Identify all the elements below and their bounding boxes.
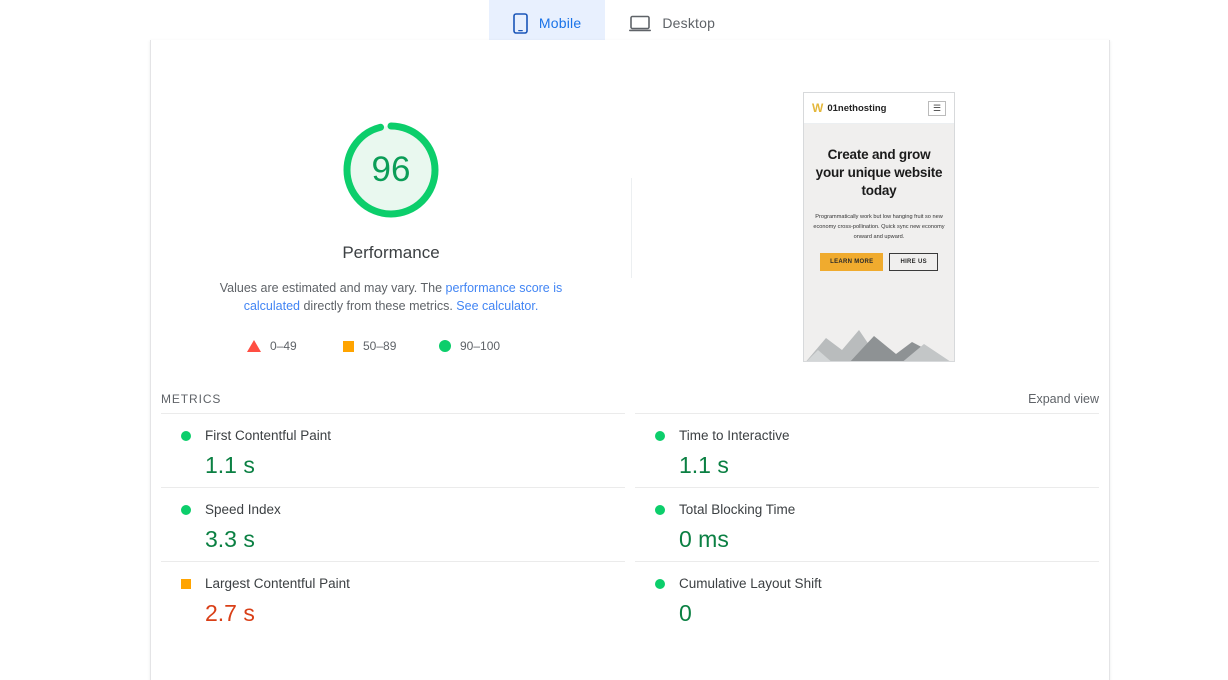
green-circle-icon [655, 430, 665, 441]
site-logo-icon: W [812, 101, 823, 115]
metric-label: Total Blocking Time [679, 502, 796, 517]
metric-first-contentful-paint[interactable]: First Contentful Paint 1.1 s [161, 413, 625, 487]
metric-name-row: Largest Contentful Paint [181, 576, 625, 591]
tab-mobile-label: Mobile [538, 15, 582, 31]
metric-time-to-interactive[interactable]: Time to Interactive 1.1 s [635, 413, 1099, 487]
metric-cumulative-layout-shift[interactable]: Cumulative Layout Shift 0 [635, 561, 1099, 635]
expand-view-button[interactable]: Expand view [1028, 392, 1099, 406]
thumbnail-brand-name: 01nethosting [827, 102, 887, 114]
metric-name-row: Speed Index [181, 502, 625, 517]
metric-label: Largest Contentful Paint [205, 576, 350, 591]
green-circle-icon [439, 340, 451, 352]
mobile-phone-icon [513, 12, 528, 34]
metric-label: Speed Index [205, 502, 281, 517]
metric-label: Time to Interactive [679, 428, 790, 443]
legend-label-good: 90–100 [460, 339, 501, 353]
tab-desktop-label: Desktop [662, 15, 716, 31]
metrics-header: METRICS Expand view [161, 385, 1099, 413]
thumbnail-mountain-image [804, 324, 954, 361]
metric-name-row: First Contentful Paint [181, 428, 625, 443]
thumbnail-hero: Create and grow your unique website toda… [804, 124, 954, 361]
legend-label-average: 50–89 [363, 339, 397, 353]
performance-score-block: 96 Performance Values are estimated and … [151, 40, 631, 353]
legend-label-poor: 0–49 [270, 339, 297, 353]
score-section: 96 Performance Values are estimated and … [151, 40, 1109, 385]
metric-label: First Contentful Paint [205, 428, 332, 443]
metric-label: Cumulative Layout Shift [679, 576, 822, 591]
performance-score-value: 96 [371, 150, 411, 189]
orange-square-icon [181, 578, 191, 589]
metric-value: 1.1 s [679, 452, 729, 478]
score-legend: 0–49 50–89 90–100 [151, 339, 631, 353]
green-circle-icon [655, 504, 665, 515]
legend-item-poor: 0–49 [247, 339, 343, 353]
metric-total-blocking-time[interactable]: Total Blocking Time 0 ms [635, 487, 1099, 561]
legend-item-average: 50–89 [343, 339, 439, 353]
performance-score-label: Performance [342, 243, 440, 262]
metric-value: 2.7 s [205, 600, 255, 626]
thumbnail-paragraph: Programmatically work but low hanging fr… [813, 214, 945, 240]
disclaimer-text-2: directly from these metrics. [300, 299, 457, 313]
metrics-section-title: METRICS [161, 392, 222, 406]
thumbnail-buttons: LEARN MORE HIRE US [813, 253, 945, 271]
green-circle-icon [181, 504, 191, 515]
metric-name-row: Total Blocking Time [655, 502, 1099, 517]
thumbnail-site-header: W 01nethosting ☰ [804, 93, 954, 124]
green-circle-icon [655, 578, 665, 589]
metric-name-row: Cumulative Layout Shift [655, 576, 1099, 591]
performance-gauge: 96 [339, 118, 443, 222]
score-disclaimer: Values are estimated and may vary. The p… [191, 279, 591, 315]
report-card: 96 Performance Values are estimated and … [150, 40, 1110, 680]
metric-largest-contentful-paint[interactable]: Largest Contentful Paint 2.7 s [161, 561, 625, 635]
metric-speed-index[interactable]: Speed Index 3.3 s [161, 487, 625, 561]
metrics-grid: First Contentful Paint 1.1 s Speed Index… [151, 413, 1109, 635]
thumbnail-hire-us-button: HIRE US [889, 253, 938, 271]
see-calculator-link[interactable]: See calculator. [456, 299, 538, 313]
page-screenshot-thumbnail[interactable]: W 01nethosting ☰ Create and grow your un… [803, 92, 955, 362]
hamburger-menu-icon: ☰ [928, 100, 946, 116]
metrics-column-right: Time to Interactive 1.1 s Total Blocking… [635, 413, 1099, 635]
thumbnail-headline: Create and grow your unique website toda… [815, 147, 943, 198]
legend-item-good: 90–100 [439, 339, 535, 353]
orange-square-icon [343, 340, 354, 352]
metric-value: 1.1 s [205, 452, 255, 478]
metrics-column-left: First Contentful Paint 1.1 s Speed Index… [161, 413, 625, 635]
red-triangle-icon [247, 340, 261, 352]
metric-value: 0 ms [679, 526, 729, 552]
thumbnail-learn-more-button: LEARN MORE [820, 253, 884, 271]
metric-value: 0 [679, 600, 692, 626]
metric-name-row: Time to Interactive [655, 428, 1099, 443]
laptop-icon [629, 15, 652, 32]
metric-value: 3.3 s [205, 526, 255, 552]
section-divider [631, 178, 632, 278]
green-circle-icon [181, 430, 191, 441]
disclaimer-text-1: Values are estimated and may vary. The [219, 281, 446, 295]
